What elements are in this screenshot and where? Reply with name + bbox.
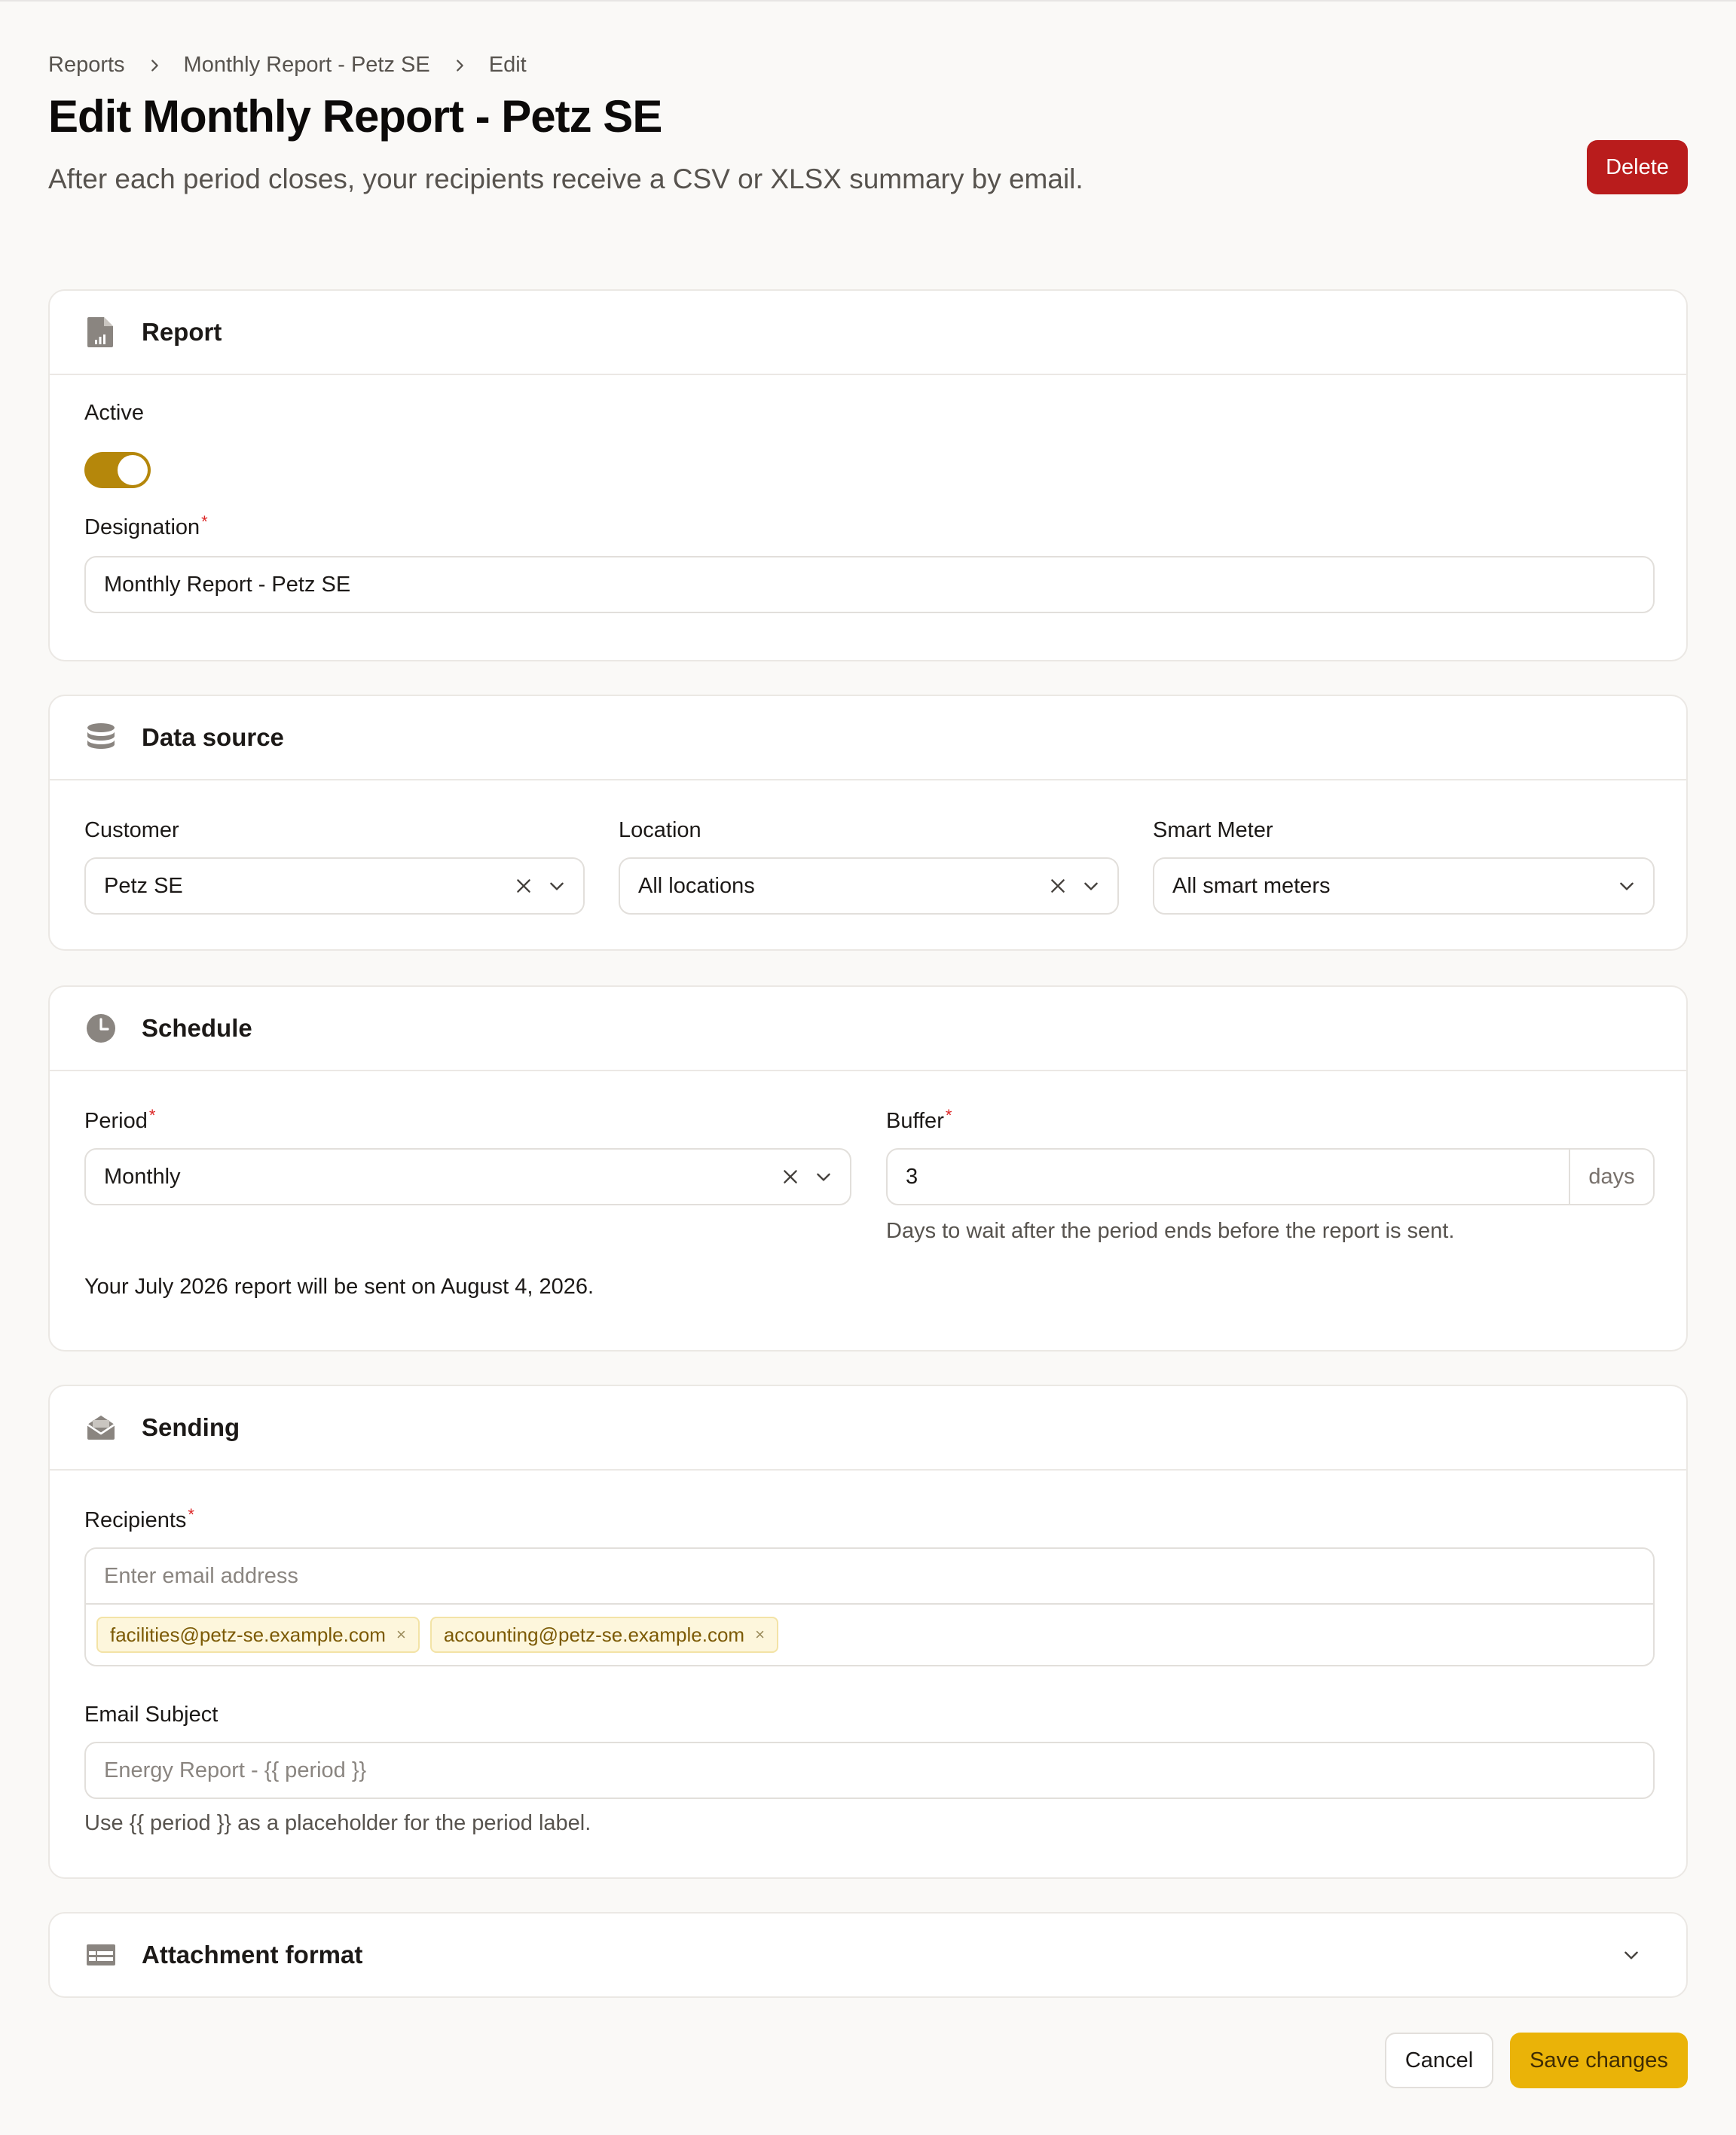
mail-icon <box>86 1411 116 1444</box>
location-select[interactable]: All locations <box>619 857 1119 915</box>
customer-label: Customer <box>84 818 179 842</box>
active-label: Active <box>84 401 144 425</box>
location-label: Location <box>619 818 701 842</box>
customer-value: Petz SE <box>104 873 183 898</box>
database-icon <box>86 721 116 754</box>
location-select-icons <box>1035 859 1101 913</box>
attachment-format-title: Attachment format <box>142 1941 363 1969</box>
email-subject-help: Use {{ period }} as a placeholder for th… <box>84 1811 591 1835</box>
required-mark: * <box>188 1505 194 1524</box>
recipient-chip: accounting@petz-se.example.com × <box>429 1617 778 1653</box>
smart-meter-select[interactable]: All smart meters <box>1153 857 1655 915</box>
active-toggle[interactable] <box>84 452 151 488</box>
chevron-down-icon[interactable] <box>814 1167 833 1187</box>
email-subject-label: Email Subject <box>84 1703 219 1727</box>
email-subject-placeholder: Energy Report - {{ period }} <box>104 1758 367 1782</box>
report-card-title: Report <box>142 318 222 346</box>
designation-input[interactable]: Monthly Report - Petz SE <box>84 556 1655 613</box>
required-mark: * <box>201 512 208 531</box>
schedule-card: Schedule Period* Monthly Buffer* 3 days … <box>48 985 1688 1352</box>
schedule-card-header: Schedule <box>50 987 1686 1071</box>
report-card: Report Active Designation* Monthly Repor… <box>48 289 1688 661</box>
send-date-info: Your July 2026 report will be sent on Au… <box>84 1275 594 1299</box>
recipients-label: Recipients* <box>84 1505 194 1533</box>
recipient-email: facilities@petz-se.example.com <box>110 1623 386 1646</box>
page-title: Edit Monthly Report - Petz SE <box>48 91 662 142</box>
period-select[interactable]: Monthly <box>84 1148 851 1205</box>
recipients-label-text: Recipients <box>84 1508 187 1532</box>
close-icon[interactable] <box>514 876 533 896</box>
smart-meter-select-icons <box>1603 859 1637 913</box>
data-source-card: Data source Customer Petz SE Location Al… <box>48 695 1688 951</box>
buffer-label: Buffer* <box>886 1106 952 1134</box>
breadcrumb: Reports Monthly Report - Petz SE Edit <box>48 53 527 78</box>
buffer-input[interactable]: 3 days <box>886 1148 1655 1205</box>
chevron-down-icon[interactable] <box>547 876 567 896</box>
attachment-format-header[interactable]: Attachment format <box>50 1914 1686 1996</box>
page-subtitle: After each period closes, your recipient… <box>48 163 1083 194</box>
breadcrumb-edit: Edit <box>488 53 527 77</box>
recipients-chips: facilities@petz-se.example.com × account… <box>86 1605 1653 1665</box>
recipient-email: accounting@petz-se.example.com <box>443 1623 745 1646</box>
close-icon[interactable]: × <box>755 1625 765 1645</box>
period-value: Monthly <box>104 1164 181 1189</box>
smart-meter-label: Smart Meter <box>1153 818 1273 842</box>
recipient-chip: facilities@petz-se.example.com × <box>96 1617 420 1653</box>
required-mark: * <box>945 1106 952 1125</box>
save-changes-button[interactable]: Save changes <box>1510 2033 1688 2088</box>
period-select-icons <box>767 1150 833 1204</box>
period-label-text: Period <box>84 1109 148 1133</box>
close-icon[interactable] <box>1048 876 1068 896</box>
recipients-placeholder: Enter email address <box>104 1563 298 1588</box>
breadcrumb-report[interactable]: Monthly Report - Petz SE <box>184 53 430 78</box>
chevron-down-icon[interactable] <box>1621 1945 1641 1965</box>
toggle-knob <box>118 455 148 485</box>
email-subject-input[interactable]: Energy Report - {{ period }} <box>84 1742 1655 1799</box>
period-label: Period* <box>84 1106 156 1134</box>
required-mark: * <box>148 1106 156 1125</box>
report-card-header: Report <box>50 291 1686 375</box>
chevron-down-icon[interactable] <box>1617 876 1637 896</box>
data-source-card-header: Data source <box>50 696 1686 780</box>
schedule-card-title: Schedule <box>142 1014 252 1042</box>
recipients-field: Enter email address facilities@petz-se.e… <box>84 1547 1655 1666</box>
sending-card-title: Sending <box>142 1413 240 1441</box>
chevron-down-icon[interactable] <box>1081 876 1101 896</box>
sending-card-header: Sending <box>50 1386 1686 1471</box>
chevron-right-icon <box>451 57 468 74</box>
designation-value: Monthly Report - Petz SE <box>104 572 351 597</box>
chevron-right-icon <box>146 57 163 74</box>
designation-label: Designation* <box>84 512 208 540</box>
close-icon[interactable] <box>781 1167 800 1187</box>
page: Reports Monthly Report - Petz SE Edit Ed… <box>0 2 1736 2135</box>
attachment-format-card[interactable]: Attachment format <box>48 1912 1688 1998</box>
recipients-input[interactable]: Enter email address <box>86 1549 1653 1605</box>
breadcrumb-reports[interactable]: Reports <box>48 53 125 78</box>
sending-card: Sending Recipients* Enter email address … <box>48 1385 1688 1879</box>
delete-button[interactable]: Delete <box>1587 140 1688 194</box>
report-icon <box>86 316 116 349</box>
buffer-label-text: Buffer <box>886 1109 944 1133</box>
location-value: All locations <box>638 873 755 898</box>
smart-meter-value: All smart meters <box>1172 873 1331 898</box>
customer-select[interactable]: Petz SE <box>84 857 585 915</box>
buffer-value: 3 <box>906 1164 918 1189</box>
data-source-card-title: Data source <box>142 723 284 751</box>
customer-select-icons <box>500 859 567 913</box>
clock-icon <box>86 1012 116 1045</box>
buffer-unit: days <box>1569 1150 1653 1204</box>
close-icon[interactable]: × <box>396 1625 406 1645</box>
table-icon <box>86 1938 116 1972</box>
cancel-button[interactable]: Cancel <box>1385 2033 1493 2088</box>
designation-label-text: Designation <box>84 515 200 539</box>
buffer-help: Days to wait after the period ends befor… <box>886 1219 1455 1243</box>
